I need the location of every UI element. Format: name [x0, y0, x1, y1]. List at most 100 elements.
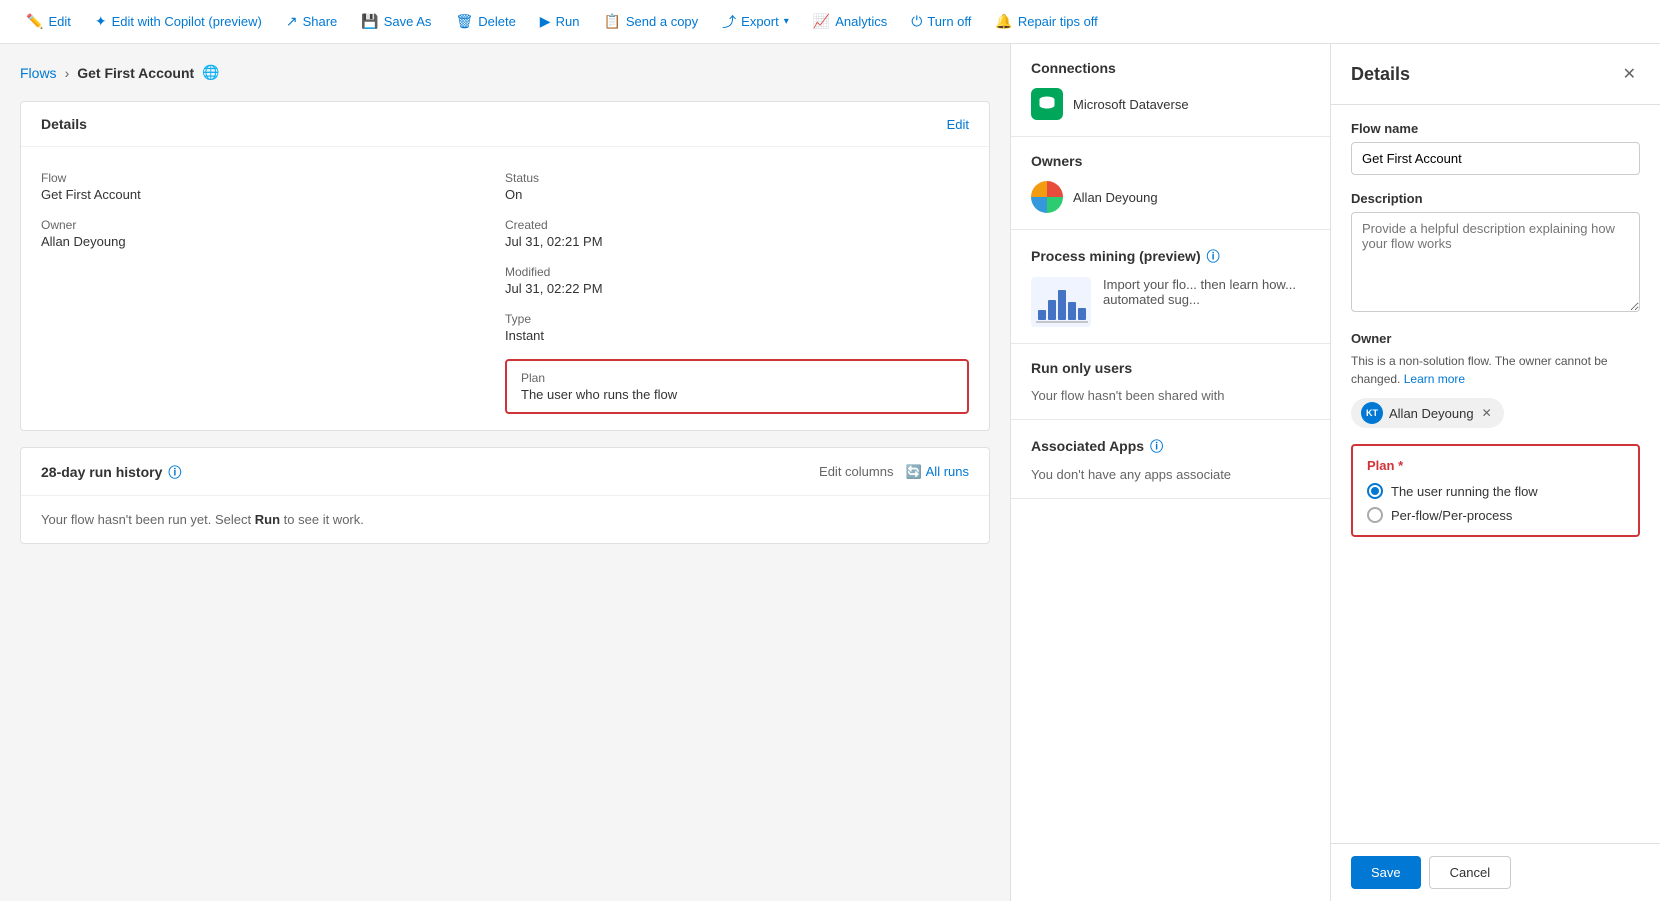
flow-name-field-group: Flow name: [1351, 121, 1640, 175]
breadcrumb-separator: ›: [65, 65, 70, 81]
process-mining-info-icon[interactable]: ⓘ: [1207, 246, 1220, 265]
send-copy-icon: 📋: [603, 13, 620, 30]
run-history-info-icon[interactable]: ⓘ: [168, 462, 181, 481]
main-content: Flows › Get First Account 🌐 Details Edit…: [0, 44, 1660, 901]
edit-copilot-button[interactable]: ✦ Edit with Copilot (preview): [85, 7, 272, 36]
process-mining-title: Process mining (preview) ⓘ: [1031, 246, 1310, 265]
modified-value: Jul 31, 02:22 PM: [505, 281, 969, 296]
details-panel-footer: Save Cancel: [1331, 843, 1660, 901]
owner-field-group: Owner This is a non-solution flow. The o…: [1351, 331, 1640, 428]
owner-detail: Owner Allan Deyoung: [41, 210, 505, 257]
right-panel: Connections Microsoft Dataverse Owners A…: [1010, 44, 1330, 901]
analytics-icon: 📈: [813, 13, 830, 30]
plan-option-user-running-label: The user running the flow: [1391, 484, 1538, 499]
save-as-icon: 💾: [361, 13, 378, 30]
description-textarea[interactable]: [1351, 212, 1640, 312]
owners-title: Owners: [1031, 153, 1310, 169]
owner-tag-remove-button[interactable]: ✕: [1480, 404, 1494, 422]
details-panel: Details ✕ Flow name Description Owner Th…: [1330, 44, 1660, 901]
plan-label: Plan: [521, 371, 953, 385]
send-copy-button[interactable]: 📋 Send a copy: [593, 7, 708, 36]
associated-apps-info-icon[interactable]: ⓘ: [1150, 436, 1163, 455]
share-icon: ↗: [286, 13, 298, 30]
radio-per-flow-icon: [1367, 507, 1383, 523]
owner-label: Owner: [41, 218, 505, 232]
details-panel-body: Flow name Description Owner This is a no…: [1331, 105, 1660, 843]
share-button[interactable]: ↗ Share: [276, 7, 347, 36]
toolbar: ✏️ Edit ✦ Edit with Copilot (preview) ↗ …: [0, 0, 1660, 44]
run-history-actions: Edit columns 🔄 All runs: [819, 464, 969, 480]
flow-name-input[interactable]: [1351, 142, 1640, 175]
plan-detail-box: Plan The user who runs the flow: [505, 359, 969, 414]
process-mining-card: Import your flo... then learn how... aut…: [1031, 277, 1310, 327]
details-card-header: Details Edit: [21, 102, 989, 147]
plan-option-user-running[interactable]: The user running the flow: [1367, 483, 1624, 499]
details-panel-header: Details ✕: [1331, 44, 1660, 105]
type-detail: Type Instant: [505, 304, 969, 351]
plan-option-per-flow-label: Per-flow/Per-process: [1391, 508, 1512, 523]
flow-name-label: Flow name: [1351, 121, 1640, 136]
learn-more-link[interactable]: Learn more: [1404, 372, 1465, 386]
details-panel-title: Details: [1351, 64, 1410, 85]
run-history-title: 28-day run history ⓘ: [41, 462, 181, 481]
owner-tag-name: Allan Deyoung: [1389, 406, 1474, 421]
left-area: Flows › Get First Account 🌐 Details Edit…: [0, 44, 1010, 901]
flow-detail: Flow Get First Account: [41, 163, 505, 210]
flow-value: Get First Account: [41, 187, 505, 202]
flow-label: Flow: [41, 171, 505, 185]
owner-item: Allan Deyoung: [1031, 181, 1310, 213]
bell-icon: 🔔: [995, 13, 1012, 30]
export-icon: ⤴: [722, 12, 736, 32]
edit-button[interactable]: ✏️ Edit: [16, 7, 81, 36]
breadcrumb-flows-link[interactable]: Flows: [20, 65, 57, 81]
all-runs-link[interactable]: 🔄 All runs: [905, 464, 969, 480]
status-label: Status: [505, 171, 969, 185]
copilot-icon: ✦: [95, 13, 107, 30]
export-chevron-icon: ▾: [784, 16, 789, 27]
associated-apps-section: Associated Apps ⓘ You don't have any app…: [1011, 420, 1330, 499]
delete-icon: 🗑: [455, 13, 473, 30]
run-icon: ▶: [540, 13, 551, 30]
owner-tag-avatar: KT: [1361, 402, 1383, 424]
plan-option-per-flow[interactable]: Per-flow/Per-process: [1367, 507, 1624, 523]
breadcrumb: Flows › Get First Account 🌐: [20, 64, 990, 81]
modified-detail: Modified Jul 31, 02:22 PM: [505, 257, 969, 304]
description-field-group: Description: [1351, 191, 1640, 315]
connection-name: Microsoft Dataverse: [1073, 97, 1189, 112]
owner-name: Allan Deyoung: [1073, 190, 1158, 205]
associated-apps-message: You don't have any apps associate: [1031, 467, 1310, 482]
created-label: Created: [505, 218, 969, 232]
run-button[interactable]: ▶ Run: [530, 7, 590, 36]
run-history-empty-text: Your flow hasn't been run yet. Select Ru…: [41, 512, 364, 527]
type-value: Instant: [505, 328, 969, 343]
export-button[interactable]: ⤴ Export ▾: [712, 6, 799, 38]
run-history-body: Your flow hasn't been run yet. Select Ru…: [21, 496, 989, 543]
plan-value: The user who runs the flow: [521, 387, 953, 402]
process-mining-description: Import your flo... then learn how... aut…: [1103, 277, 1310, 307]
analytics-button[interactable]: 📈 Analytics: [803, 7, 897, 36]
owner-description: This is a non-solution flow. The owner c…: [1351, 352, 1640, 388]
save-as-button[interactable]: 💾 Save As: [351, 7, 441, 36]
repair-tips-button[interactable]: 🔔 Repair tips off: [985, 7, 1107, 36]
process-mining-section: Process mining (preview) ⓘ Import your f…: [1011, 230, 1330, 344]
description-label: Description: [1351, 191, 1640, 206]
run-history-card: 28-day run history ⓘ Edit columns 🔄 All …: [20, 447, 990, 544]
connection-item: Microsoft Dataverse: [1031, 88, 1310, 120]
plan-section: Plan * The user running the flow Per-flo…: [1351, 444, 1640, 537]
details-card-body: Flow Get First Account Owner Allan Deyou…: [21, 147, 989, 430]
owner-tag: KT Allan Deyoung ✕: [1351, 398, 1504, 428]
created-detail: Created Jul 31, 02:21 PM: [505, 210, 969, 257]
cancel-button[interactable]: Cancel: [1429, 856, 1511, 889]
owner-avatar: [1031, 181, 1063, 213]
edit-columns-link[interactable]: Edit columns: [819, 464, 893, 479]
delete-button[interactable]: 🗑 Delete: [445, 7, 525, 36]
details-edit-link[interactable]: Edit: [947, 117, 969, 132]
status-value: On: [505, 187, 969, 202]
close-panel-button[interactable]: ✕: [1619, 60, 1640, 88]
run-history-header: 28-day run history ⓘ Edit columns 🔄 All …: [21, 448, 989, 496]
save-button[interactable]: Save: [1351, 856, 1421, 889]
turn-off-button[interactable]: ⏻ Turn off: [901, 7, 981, 36]
created-value: Jul 31, 02:21 PM: [505, 234, 969, 249]
status-detail: Status On: [505, 163, 969, 210]
refresh-icon: 🔄: [905, 464, 921, 480]
